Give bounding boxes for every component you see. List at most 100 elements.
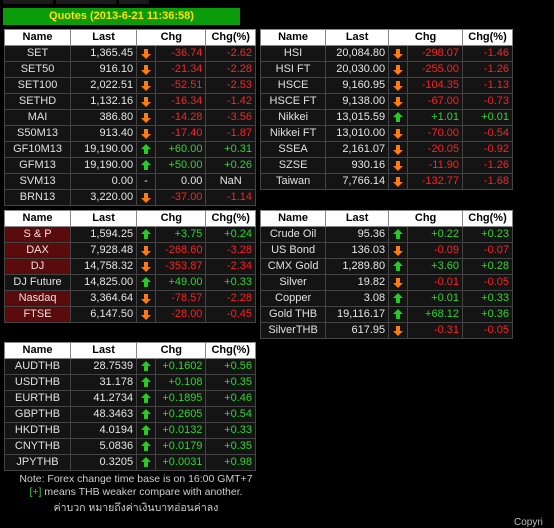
table-row[interactable]: HSI FT 20,030.00 -255.00 -1.26 [259,61,513,78]
quote-change: -17.40 [154,125,207,142]
table-row[interactable]: BRN13 3,220.00 -37.00 -1.14 [3,189,256,206]
table-row[interactable]: SETHD 1,132.16 -16.34 -1.42 [3,93,256,110]
table-row[interactable]: Silver 19.82 -0.01 -0.05 [259,274,513,291]
top-tab[interactable] [3,0,53,4]
table-row[interactable]: US Bond 136.03 -0.09 -0.07 [259,242,513,259]
quote-name: DAX [3,242,72,259]
table-row[interactable]: HSI 20,084.80 -298.07 -1.46 [259,45,513,62]
arrow-down-icon [392,49,403,59]
arrow-down-icon [136,125,156,142]
table-row[interactable]: HKDTHB 4.0194 +0.0132 +0.33 [3,422,256,439]
quote-name: HSCE [259,77,327,94]
table-row[interactable]: GF10M13 19,190.00 +60.00 +0.31 [3,141,256,158]
table-row[interactable]: SVM13 0.00-0.00 NaN [3,173,256,190]
quote-change-pct: -1.13 [462,77,513,94]
table-row[interactable]: S50M13 913.40 -17.40 -1.87 [3,125,256,142]
header-last: Last [70,29,138,46]
arrow-up-icon [136,454,156,471]
arrow-up-icon [388,306,408,323]
quote-last: 9,160.95 [325,77,390,94]
table-row[interactable]: CMX Gold 1,289.80 +3.60 +0.28 [259,258,513,275]
arrow-down-icon [392,326,403,336]
quote-last: 1,289.80 [325,258,390,275]
quote-last: 4.0194 [70,422,138,439]
quote-change-pct: +0.33 [205,422,256,439]
header-chg-pct: Chg(%) [205,29,256,46]
quote-change: -36.74 [154,45,207,62]
quote-last: 386.80 [70,109,138,126]
table-row[interactable]: GBPTHB 48.3463 +0.2605 +0.54 [3,406,256,423]
table-row[interactable]: CNYTHB 5.0836 +0.0179 +0.35 [3,438,256,455]
plus-meaning: means THB weaker compare with another. [41,486,243,498]
table-row[interactable]: SET100 2,022.51 -52.51 -2.53 [3,77,256,94]
table-row[interactable]: HSCE FT 9,138.00 -67.00 -0.73 [259,93,513,110]
quote-change: +3.60 [406,258,464,275]
header-name: Name [259,29,327,46]
quote-change: +0.22 [406,226,464,243]
header-chg-pct: Chg(%) [462,29,513,46]
quote-name: S & P [3,226,72,243]
table-row[interactable]: DJ 14,758.32 -353.87 -2.34 [3,258,256,275]
table-row[interactable]: Gold THB 19,116.17 +68.12 +0.36 [259,306,513,323]
quote-name: HKDTHB [3,422,72,439]
table-row[interactable]: SET 1,365.45 -36.74 -2.62 [3,45,256,62]
table-row[interactable]: S & P 1,594.25 +3.75 +0.24 [3,226,256,243]
quote-name: DJ [3,258,72,275]
quote-change: +0.1602 [154,358,207,375]
table-row[interactable]: Nikkei FT 13,010.00 -70.00 -0.54 [259,125,513,142]
table-row[interactable]: SET50 916.10 -21.34 -2.28 [3,61,256,78]
table-row[interactable]: DAX 7,928.48 -268.60 -3.28 [3,242,256,259]
quote-last: 20,084.80 [325,45,390,62]
arrow-up-icon [136,358,156,375]
table-row[interactable]: GFM13 19,190.00 +50.00 +0.26 [3,157,256,174]
table-row[interactable]: SZSE 930.16 -11.90 -1.26 [259,157,513,174]
table-row[interactable]: USDTHB 31.178 +0.108 +0.35 [3,374,256,391]
quote-change: -21.34 [154,61,207,78]
table-row[interactable]: JPYTHB 0.3205 +0.0031 +0.98 [3,454,256,471]
quote-last: 1,365.45 [70,45,138,62]
arrow-down-icon [392,65,403,75]
header-chg-pct: Chg(%) [462,210,513,227]
quote-change: -11.90 [406,157,464,174]
table-row[interactable]: MAI 386.80 -14.28 -3.56 [3,109,256,126]
arrow-down-icon [140,81,151,91]
quote-change: -14.28 [154,109,207,126]
quote-last: 13,015.59 [325,109,390,126]
table-row[interactable]: Nasdaq 3,364.64 -78.57 -2.28 [3,290,256,307]
table-row[interactable]: Nikkei 13,015.59 +1.01 +0.01 [259,109,513,126]
arrow-up-icon [392,261,403,271]
quote-change: -20.05 [406,141,464,158]
arrow-up-icon [140,144,151,154]
table-row[interactable]: SilverTHB 617.95 -0.31 -0.05 [259,322,513,339]
quote-name: USDTHB [3,374,72,391]
quote-last: 48.3463 [70,406,138,423]
table-row[interactable]: Taiwan 7,766.14 -132.77 -1.68 [259,173,513,190]
quote-change-pct: +0.98 [205,454,256,471]
arrow-down-icon [392,145,403,155]
quote-name: EURTHB [3,390,72,407]
table-row[interactable]: Copper 3.08 +0.01 +0.33 [259,290,513,307]
quote-last: 6,147.50 [70,306,138,323]
table-row[interactable]: SSEA 2,161.07 -20.05 -0.92 [259,141,513,158]
quote-name: Copper [259,290,327,307]
arrow-down-icon [136,61,156,78]
table-row[interactable]: FTSE 6,147.50 -28.00 -0.45 [3,306,256,323]
quote-change-pct: +0.24 [205,226,256,243]
arrow-down-icon [388,125,408,142]
arrow-down-icon [388,93,408,110]
arrow-up-icon [392,229,403,239]
table-row[interactable]: Crude Oil 95.36 +0.22 +0.23 [259,226,513,243]
quote-change-pct: -1.68 [462,173,513,190]
quote-change: +49.00 [154,274,207,291]
table-row[interactable]: AUDTHB 28.7539 +0.1602 +0.56 [3,358,256,375]
top-tab[interactable] [119,0,149,4]
table-row[interactable]: HSCE 9,160.95 -104.35 -1.13 [259,77,513,94]
quote-change-pct: -2.62 [205,45,256,62]
top-tab[interactable] [56,0,116,4]
table-row[interactable]: DJ Future 14,825.00 +49.00 +0.33 [3,274,256,291]
arrow-up-icon [136,157,156,174]
quote-change: -132.77 [406,173,464,190]
quote-name: SET [3,45,72,62]
header-name: Name [259,210,327,227]
table-row[interactable]: EURTHB 41.2734 +0.1895 +0.46 [3,390,256,407]
